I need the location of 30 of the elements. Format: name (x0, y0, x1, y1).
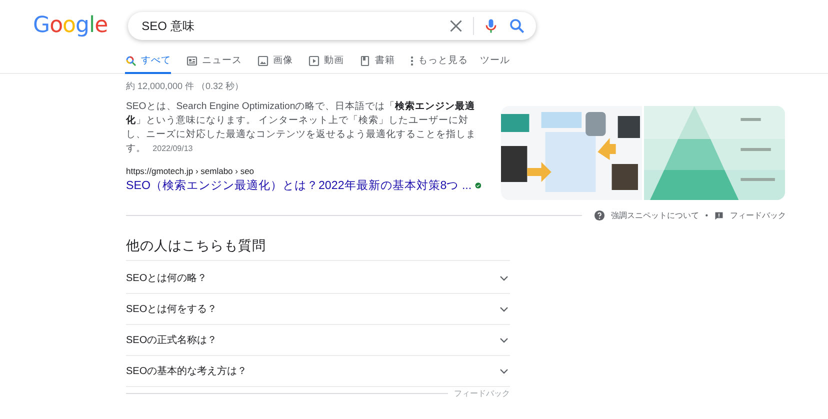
image-icon (257, 54, 269, 66)
search-tab[interactable]: 書籍 (359, 48, 395, 74)
search-field[interactable]: SEO 意味 (140, 18, 439, 34)
section-heading: 他の人はこちらも質問 (126, 237, 510, 261)
google-logo[interactable]: Google (33, 12, 108, 40)
book-icon (359, 54, 371, 66)
newspaper-icon (186, 54, 198, 66)
play-icon (308, 54, 320, 66)
search-icon[interactable] (508, 17, 526, 35)
more-icon (410, 54, 414, 66)
feedback-icon (714, 210, 724, 220)
search-tab[interactable]: ニュース (186, 48, 242, 74)
question-row[interactable]: SEOとは何をする？ (126, 294, 510, 325)
separator-dot: • (705, 211, 708, 220)
question-row[interactable]: SEOの正式名称は？ (126, 325, 510, 356)
snippet-text: SEOとは、Search Engine Optimizationの略で、日本語では「検索エンジン最適化」という意味になります。 インターネット上で「検索」したユーザーに対し、ニーズに対応した最適なコンテンツを返せるよう最適化することを指します。 2022/09/13 (126, 100, 477, 156)
help-icon (594, 210, 606, 221)
question-row[interactable]: SEOの基本的な考え方は？ (126, 356, 510, 387)
search-icon (125, 54, 137, 66)
question-row[interactable]: SEOとは何の略？ (126, 263, 510, 294)
result-title-link[interactable]: SEO（検索エンジン最適化）とは？2022年最新の基本対策8つ ... (126, 178, 472, 193)
result-url: https://gmotech.jp › semlabo › seo (126, 166, 256, 176)
search-tab[interactable]: 動画 (308, 48, 344, 74)
result-stats: 約 12,000,000 件 （0.32 秒） (126, 80, 245, 93)
search-tab[interactable]: すべて (125, 48, 171, 74)
feedback-link[interactable]: フィードバック (730, 210, 786, 221)
about-snippets-link[interactable]: 強調スニペットについて (611, 210, 700, 221)
tools-button[interactable]: ツール (480, 48, 510, 74)
search-tab[interactable]: もっと見る (410, 48, 468, 74)
search-tab[interactable]: 画像 (257, 48, 293, 74)
